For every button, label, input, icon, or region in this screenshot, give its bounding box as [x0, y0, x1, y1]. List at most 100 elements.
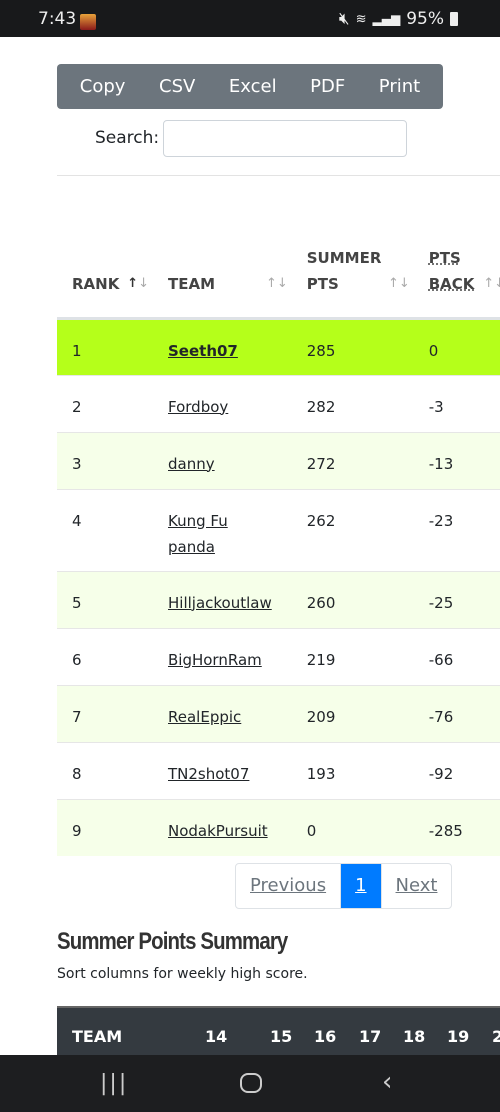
pts-back-cell: -3	[413, 374, 500, 432]
column-header-summer-pts[interactable]: SUMMER PTS ↑↓	[291, 240, 414, 320]
csv-button[interactable]: CSV	[159, 76, 195, 97]
standings-table: RANK ↑↓ TEAM ↑↓ SUMMER PTS ↑↓ PTS BACK ↑↓ 1 Se…	[57, 240, 500, 856]
team-link[interactable]: Seeth07	[168, 342, 238, 360]
app-notification-icon	[80, 14, 96, 30]
team-link[interactable]: TN2shot07	[168, 765, 249, 783]
pts-back-cell: -76	[413, 684, 500, 742]
rank-cell: 6	[57, 627, 153, 685]
divider	[57, 175, 500, 176]
table-row: 1 Seeth07 285 0	[57, 317, 500, 375]
team-cell: Seeth07	[153, 317, 292, 375]
column-header-week[interactable]: 15	[270, 1027, 292, 1046]
table-row: 8 TN2shot07 193 -92	[57, 741, 500, 799]
header-label: BACK	[428, 274, 475, 293]
pts-back-cell: -23	[413, 488, 500, 571]
column-header-team[interactable]: TEAM	[72, 1027, 122, 1046]
table-row: 9 NodakPursuit 0 -285	[57, 798, 500, 856]
team-cell: RealEppic	[153, 684, 292, 742]
export-button-group: Copy CSV Excel PDF Print	[57, 64, 443, 109]
recent-apps-icon[interactable]: |||	[100, 1071, 128, 1096]
column-header-rank[interactable]: RANK ↑↓	[57, 240, 153, 320]
sort-icon: ↑↓	[387, 275, 410, 291]
table-row: 3 danny 272 -13	[57, 431, 500, 489]
search-label: Search:	[95, 128, 160, 148]
sort-icon: ↑↓	[127, 275, 149, 291]
pts-back-cell: 0	[413, 317, 500, 375]
column-header-week[interactable]: 17	[359, 1027, 381, 1046]
wifi-icon: ≋	[355, 11, 367, 27]
table-row: 2 Fordboy 282 -3	[57, 374, 500, 432]
column-header-week[interactable]: 19	[447, 1027, 469, 1046]
rank-cell: 4	[57, 488, 153, 571]
sort-icon: ↑↓	[483, 275, 500, 291]
column-header-team[interactable]: TEAM ↑↓	[153, 240, 292, 320]
team-cell: Fordboy	[153, 374, 292, 432]
team-link[interactable]: Hilljackoutlaw	[168, 594, 272, 612]
team-cell: danny	[153, 431, 292, 489]
battery-percent: 95%	[406, 9, 444, 29]
header-label: TEAM	[168, 274, 216, 293]
pagination: Previous 1 Next	[235, 863, 453, 909]
team-cell: Kung Fu panda	[153, 488, 292, 571]
rank-cell: 1	[57, 317, 153, 375]
rank-cell: 8	[57, 741, 153, 799]
team-link[interactable]: NodakPursuit	[168, 822, 268, 840]
column-header-week[interactable]: 14	[205, 1027, 227, 1046]
pts-back-cell: -92	[413, 741, 500, 799]
team-link[interactable]: Fordboy	[168, 398, 228, 416]
pts-back-cell: -25	[413, 570, 500, 628]
pdf-button[interactable]: PDF	[310, 76, 345, 97]
page-1-button[interactable]: 1	[340, 864, 382, 908]
home-icon[interactable]	[240, 1073, 262, 1093]
excel-button[interactable]: Excel	[229, 76, 277, 97]
team-link[interactable]: BigHornRam	[168, 651, 262, 669]
section-subtitle: Sort columns for weekly high score.	[57, 966, 308, 982]
pts-cell: 262	[291, 488, 414, 571]
team-link[interactable]: RealEppic	[168, 708, 241, 726]
clock: 7:43	[38, 9, 77, 29]
team-link[interactable]: Kung Fu panda	[168, 512, 228, 556]
column-header-week[interactable]: 16	[314, 1027, 336, 1046]
battery-icon	[450, 12, 458, 26]
pts-cell: 193	[291, 741, 414, 799]
mute-icon: 🔇︎	[338, 9, 350, 29]
pts-cell: 260	[291, 570, 414, 628]
team-link[interactable]: danny	[168, 455, 215, 473]
rank-cell: 2	[57, 374, 153, 432]
status-icons: 🔇︎ ≋ ▂▄▆ 95%	[339, 9, 458, 29]
pts-cell: 282	[291, 374, 414, 432]
copy-button[interactable]: Copy	[80, 76, 126, 97]
summary-table-header: TEAM 14 15 16 17 18 19 2	[57, 1006, 500, 1055]
signal-icon: ▂▄▆	[372, 12, 401, 26]
rank-cell: 3	[57, 431, 153, 489]
rank-cell: 7	[57, 684, 153, 742]
back-icon[interactable]: ‹	[382, 1067, 392, 1097]
team-cell: TN2shot07	[153, 741, 292, 799]
pts-cell: 219	[291, 627, 414, 685]
team-cell: BigHornRam	[153, 627, 292, 685]
pts-cell: 0	[291, 798, 414, 856]
previous-button[interactable]: Previous	[236, 864, 340, 908]
header-label: SUMMER	[306, 248, 382, 267]
header-label: RANK	[72, 274, 120, 293]
column-header-week[interactable]: 18	[403, 1027, 425, 1046]
status-bar: 7:43 🔇︎ ≋ ▂▄▆ 95%	[0, 0, 500, 37]
sort-icon: ↑↓	[265, 275, 288, 291]
table-row: 6 BigHornRam 219 -66	[57, 627, 500, 685]
search-input[interactable]	[163, 120, 407, 157]
next-button[interactable]: Next	[382, 864, 452, 908]
pts-cell: 209	[291, 684, 414, 742]
pts-back-cell: -13	[413, 431, 500, 489]
pts-back-cell: -285	[413, 798, 500, 856]
team-cell: Hilljackoutlaw	[153, 570, 292, 628]
pts-back-cell: -66	[413, 627, 500, 685]
rank-cell: 9	[57, 798, 153, 856]
print-button[interactable]: Print	[379, 76, 420, 97]
pts-cell: 272	[291, 431, 414, 489]
table-row: 5 Hilljackoutlaw 260 -25	[57, 570, 500, 628]
rank-cell: 5	[57, 570, 153, 628]
table-row: 7 RealEppic 209 -76	[57, 684, 500, 742]
table-row: 4 Kung Fu panda 262 -23	[57, 488, 500, 571]
column-header-pts-back[interactable]: PTS BACK ↑↓	[413, 240, 500, 320]
column-header-week[interactable]: 2	[492, 1027, 500, 1046]
